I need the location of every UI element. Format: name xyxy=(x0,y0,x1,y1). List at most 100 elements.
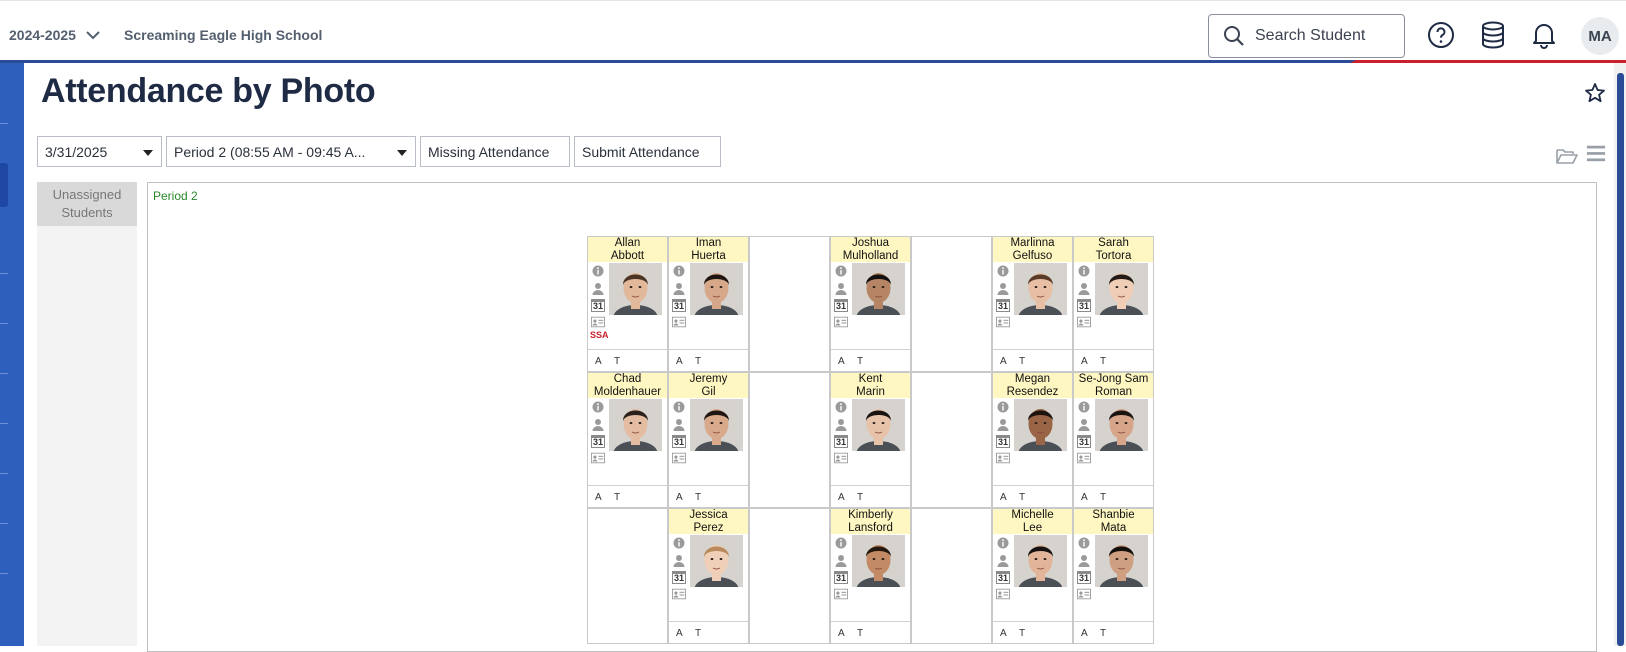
empty-seat[interactable] xyxy=(749,236,830,372)
id-card-icon[interactable] xyxy=(834,315,848,329)
student-seat-shanbie[interactable]: Shanbie Mata 31 A T xyxy=(1073,508,1154,644)
info-icon[interactable] xyxy=(834,536,848,550)
submit-attendance-button[interactable]: Submit Attendance xyxy=(574,136,721,167)
absent-button[interactable]: A xyxy=(1081,356,1088,367)
tardy-button[interactable]: T xyxy=(1100,628,1106,639)
empty-seat[interactable] xyxy=(749,508,830,644)
tardy-button[interactable]: T xyxy=(857,628,863,639)
student-seat-sarah[interactable]: Sarah Tortora 31 A T xyxy=(1073,236,1154,372)
student-photo[interactable] xyxy=(690,263,743,315)
tardy-button[interactable]: T xyxy=(1100,492,1106,503)
person-icon[interactable] xyxy=(996,417,1010,431)
calendar-icon[interactable]: 31 xyxy=(1077,298,1091,312)
absent-button[interactable]: A xyxy=(1000,628,1007,639)
notification-bell-icon[interactable] xyxy=(1529,20,1559,50)
calendar-icon[interactable]: 31 xyxy=(996,298,1010,312)
student-photo[interactable] xyxy=(1095,263,1148,315)
menu-icon[interactable] xyxy=(1585,143,1607,163)
info-icon[interactable] xyxy=(1077,400,1091,414)
person-icon[interactable] xyxy=(591,281,605,295)
student-photo[interactable] xyxy=(690,535,743,587)
student-photo[interactable] xyxy=(609,263,662,315)
tardy-button[interactable]: T xyxy=(1100,356,1106,367)
person-icon[interactable] xyxy=(672,281,686,295)
tardy-button[interactable]: T xyxy=(1019,628,1025,639)
student-seat-jeremy[interactable]: Jeremy Gil 31 A T xyxy=(668,372,749,508)
person-icon[interactable] xyxy=(1077,281,1091,295)
student-seat-marlinna[interactable]: Marlinna Gelfuso 31 A T xyxy=(992,236,1073,372)
info-icon[interactable] xyxy=(834,400,848,414)
calendar-icon[interactable]: 31 xyxy=(672,298,686,312)
id-card-icon[interactable] xyxy=(1077,315,1091,329)
calendar-icon[interactable]: 31 xyxy=(996,434,1010,448)
tardy-button[interactable]: T xyxy=(695,356,701,367)
id-card-icon[interactable] xyxy=(996,315,1010,329)
id-card-icon[interactable] xyxy=(591,451,605,465)
database-icon[interactable] xyxy=(1478,20,1508,50)
person-icon[interactable] xyxy=(834,417,848,431)
id-card-icon[interactable] xyxy=(996,451,1010,465)
absent-button[interactable]: A xyxy=(838,628,845,639)
info-icon[interactable] xyxy=(672,264,686,278)
unassigned-students-panel[interactable]: Unassigned Students xyxy=(37,182,137,226)
calendar-icon[interactable]: 31 xyxy=(672,570,686,584)
favorite-star-icon[interactable] xyxy=(1584,82,1606,104)
id-card-icon[interactable] xyxy=(834,587,848,601)
absent-button[interactable]: A xyxy=(676,492,683,503)
left-nav-selected[interactable] xyxy=(0,163,8,207)
period-select[interactable]: Period 2 (08:55 AM - 09:45 A... xyxy=(166,136,416,167)
student-seat-allan[interactable]: Allan Abbott 31 SSA A T xyxy=(587,236,668,372)
user-avatar[interactable]: MA xyxy=(1581,17,1619,55)
student-seat-kimberly[interactable]: Kimberly Lansford 31 A T xyxy=(830,508,911,644)
id-card-icon[interactable] xyxy=(672,587,686,601)
search-student-field[interactable]: Search Student xyxy=(1208,14,1405,58)
empty-seat[interactable] xyxy=(749,372,830,508)
student-photo[interactable] xyxy=(1095,535,1148,587)
info-icon[interactable] xyxy=(591,400,605,414)
tardy-button[interactable]: T xyxy=(614,492,620,503)
folder-open-icon[interactable] xyxy=(1556,146,1578,166)
absent-button[interactable]: A xyxy=(676,356,683,367)
info-icon[interactable] xyxy=(996,264,1010,278)
absent-button[interactable]: A xyxy=(1000,356,1007,367)
info-icon[interactable] xyxy=(834,264,848,278)
empty-seat[interactable] xyxy=(587,508,668,644)
person-icon[interactable] xyxy=(672,417,686,431)
student-seat-jessica[interactable]: Jessica Perez 31 A T xyxy=(668,508,749,644)
school-year-selector[interactable]: 2024-2025 xyxy=(9,27,100,43)
tardy-button[interactable]: T xyxy=(614,356,620,367)
page-scrollbar[interactable] xyxy=(1614,63,1626,646)
calendar-icon[interactable]: 31 xyxy=(834,570,848,584)
person-icon[interactable] xyxy=(591,417,605,431)
id-card-icon[interactable] xyxy=(672,451,686,465)
info-icon[interactable] xyxy=(996,536,1010,550)
person-icon[interactable] xyxy=(996,553,1010,567)
person-icon[interactable] xyxy=(1077,553,1091,567)
student-photo[interactable] xyxy=(1014,535,1067,587)
empty-seat[interactable] xyxy=(911,236,992,372)
missing-attendance-button[interactable]: Missing Attendance xyxy=(420,136,570,167)
info-icon[interactable] xyxy=(1077,536,1091,550)
calendar-icon[interactable]: 31 xyxy=(1077,434,1091,448)
absent-button[interactable]: A xyxy=(838,356,845,367)
info-icon[interactable] xyxy=(1077,264,1091,278)
info-icon[interactable] xyxy=(672,536,686,550)
tardy-button[interactable]: T xyxy=(1019,356,1025,367)
student-seat-iman[interactable]: Iman Huerta 31 A T xyxy=(668,236,749,372)
absent-button[interactable]: A xyxy=(1081,492,1088,503)
absent-button[interactable]: A xyxy=(595,492,602,503)
tardy-button[interactable]: T xyxy=(695,492,701,503)
calendar-icon[interactable]: 31 xyxy=(591,298,605,312)
person-icon[interactable] xyxy=(834,553,848,567)
date-select[interactable]: 3/31/2025 xyxy=(37,136,162,167)
student-seat-joshua[interactable]: Joshua Mulholland 31 A T xyxy=(830,236,911,372)
student-photo[interactable] xyxy=(1014,399,1067,451)
student-seat-kent[interactable]: Kent Marin 31 A T xyxy=(830,372,911,508)
student-seat-megan[interactable]: Megan Resendez 31 A T xyxy=(992,372,1073,508)
left-navigation-rail[interactable] xyxy=(0,63,24,646)
id-card-icon[interactable] xyxy=(996,587,1010,601)
tardy-button[interactable]: T xyxy=(857,356,863,367)
info-icon[interactable] xyxy=(996,400,1010,414)
school-name[interactable]: Screaming Eagle High School xyxy=(124,27,322,43)
tardy-button[interactable]: T xyxy=(1019,492,1025,503)
